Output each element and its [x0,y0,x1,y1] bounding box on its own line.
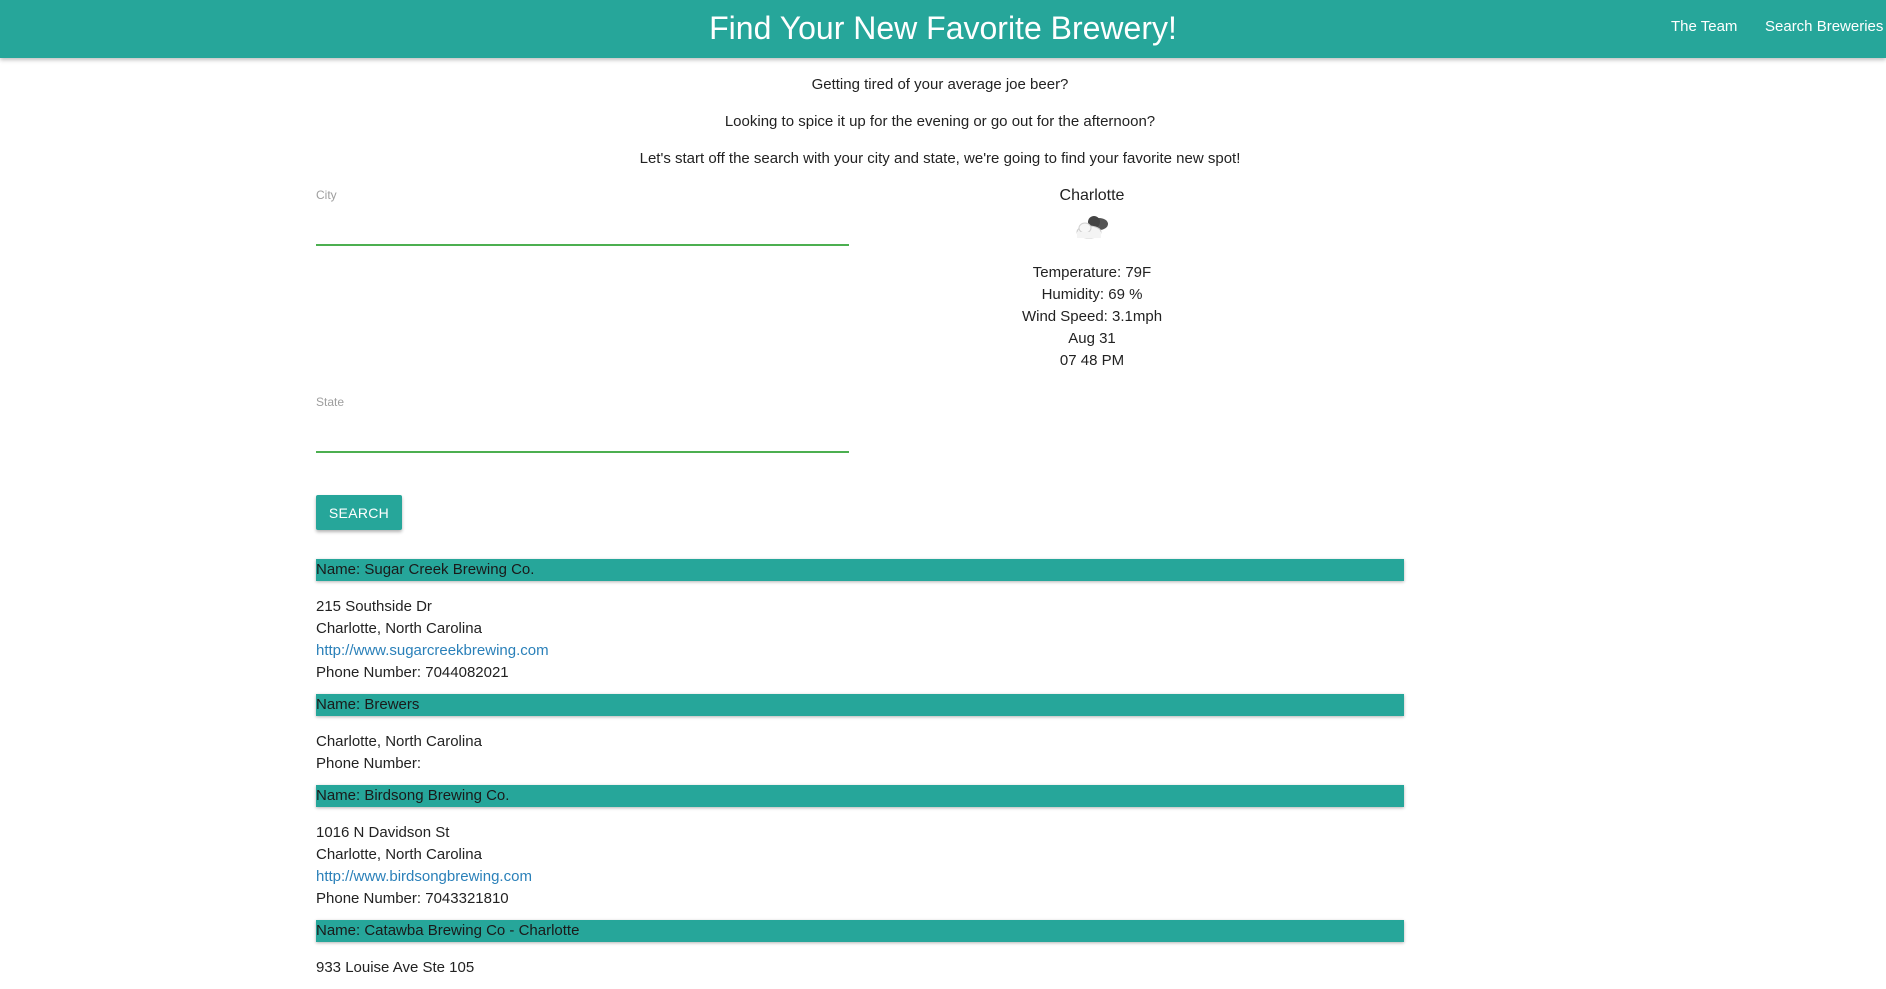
weather-humidity: Humidity: 69 % [1041,286,1143,303]
search-button[interactable]: SEARCH [316,495,402,530]
weather-city: Charlotte [1059,187,1125,204]
city-label: City [316,188,337,202]
nav-link-search-breweries[interactable]: Search Breweries [1765,17,1883,37]
brewery-detail: Charlotte, North Carolina [316,733,482,750]
brewery-website-link[interactable]: http://www.birdsongbrewing.com [316,866,1404,888]
partly-cloudy-night-icon [1070,212,1114,242]
page-title: Find Your New Favorite Brewery! [709,10,1177,46]
brewery-results: Name: Sugar Creek Brewing Co. 215 Southsi… [316,559,1404,989]
city-input[interactable] [316,218,849,246]
brewery-detail: Charlotte, North Carolina [316,620,482,637]
nav-link-the-team[interactable]: The Team [1671,17,1737,37]
brewery-name: Name: Brewers [316,694,1404,716]
brewery-detail: 1016 N Davidson St [316,824,450,841]
state-label: State [316,395,345,409]
state-input[interactable] [316,425,849,453]
intro-line-3: Let's start off the search with your cit… [639,150,1241,167]
weather-temperature: Temperature: 79F [1032,264,1152,281]
navbar: Find Your New Favorite Brewery! The Team… [0,0,1886,58]
brewery-detail: Phone Number: [316,755,422,772]
intro-line-1: Getting tired of your average joe beer? [811,76,1069,93]
brewery-website-link[interactable]: http://www.sugarcreekbrewing.com [316,640,1404,662]
weather-date: Aug 31 [1068,330,1116,347]
brewery-detail: 933 Louise Ave Ste 105 [316,959,475,976]
brewery-name: Name: Birdsong Brewing Co. [316,785,1404,807]
brewery-card: Name: Birdsong Brewing Co. 1016 N Davidso… [316,785,1404,910]
brewery-name: Name: Catawba Brewing Co - Charlotte [316,920,1404,942]
brewery-card: Name: Brewers Charlotte, North Carolina Ph… [316,694,1404,775]
brewery-detail: Phone Number: 7043321810 [316,890,509,907]
brewery-detail: Phone Number: 7044082021 [316,664,509,681]
brewery-detail: Charlotte, North Carolina [316,846,482,863]
brewery-name: Name: Sugar Creek Brewing Co. [316,559,1404,581]
brewery-card: Name: Catawba Brewing Co - Charlotte 933 … [316,920,1404,979]
weather-wind-speed: Wind Speed: 3.1mph [1021,308,1163,325]
weather-time: 07 48 PM [1059,352,1125,369]
brewery-detail: 215 Southside Dr [316,598,432,615]
brewery-card: Name: Sugar Creek Brewing Co. 215 Southsi… [316,559,1404,684]
intro-line-2: Looking to spice it up for the evening o… [724,113,1156,130]
